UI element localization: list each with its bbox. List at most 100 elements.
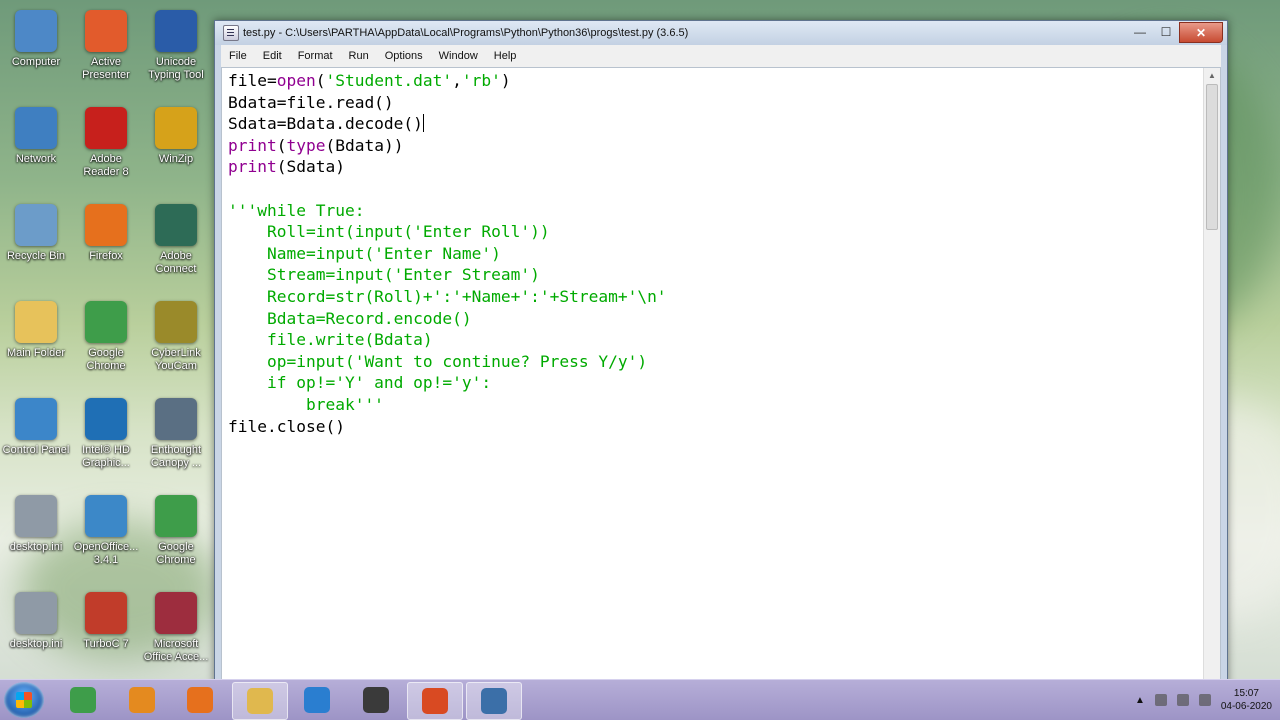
desktop-icon-grid: Computer Active Presenter Unicode Typing T…	[0, 0, 215, 680]
code-token: (Sdata)	[276, 157, 345, 177]
desktop-icon[interactable]: TurboC 7	[72, 592, 140, 651]
code-line: '''while True:	[228, 200, 667, 222]
window-controls: — ☐ ✕	[1127, 22, 1223, 43]
code-token: ,	[452, 71, 462, 90]
code-line: Sdata=Bdata.decode()	[228, 113, 667, 135]
desktop-icon[interactable]: desktop.ini	[2, 495, 70, 554]
desktop-icon[interactable]: Adobe Connect	[142, 204, 210, 276]
clock-time: 15:07	[1233, 688, 1259, 699]
desktop-icon-label: Firefox	[89, 250, 123, 262]
desktop-icon[interactable]: Network	[2, 107, 70, 166]
desktop-icon[interactable]: Recycle Bin	[2, 204, 70, 263]
desktop-icon-label: Adobe Reader 8	[83, 153, 129, 178]
desktop-icon-label: Adobe Connect	[155, 250, 197, 275]
clock[interactable]: 15:07 04-06-2020	[1221, 687, 1272, 713]
desktop-icon[interactable]: Main Folder	[2, 301, 70, 360]
start-button[interactable]	[4, 682, 44, 718]
desktop-icon[interactable]: CyberLink YouCam	[142, 301, 210, 373]
taskbar: ▲ 15:07 04-06-2020	[0, 679, 1280, 720]
idle-editor-window[interactable]: test.py - C:\Users\PARTHA\AppData\Local\…	[214, 20, 1228, 686]
minimize-button[interactable]: —	[1127, 22, 1153, 41]
desktop-icon[interactable]: Google Chrome	[72, 301, 140, 373]
python-taskbar-button[interactable]	[465, 682, 522, 720]
desktop-icon-label: CyberLink YouCam	[151, 347, 201, 372]
ini-file-icon	[15, 592, 57, 634]
code-token: op=input('Want to continue? Press Y/y')	[228, 351, 648, 371]
desktop-icon[interactable]: Active Presenter	[72, 10, 140, 82]
text-caret	[422, 114, 424, 133]
code-line: Name=input('Enter Name')	[228, 243, 667, 265]
code-text[interactable]: file=open('Student.dat','rb') Bdata=file.…	[228, 70, 667, 437]
code-line: op=input('Want to continue? Press Y/y')	[228, 351, 667, 373]
desktop-icon[interactable]: Firefox	[72, 204, 140, 263]
menu-format[interactable]: Format	[290, 50, 341, 62]
code-line: Bdata=Record.encode()	[228, 308, 667, 330]
explorer-taskbar-button[interactable]	[231, 682, 288, 720]
window-titlebar[interactable]: test.py - C:\Users\PARTHA\AppData\Local\…	[215, 21, 1227, 45]
code-token: file=	[228, 71, 277, 90]
firefox-taskbar-button[interactable]	[173, 682, 227, 718]
code-line: file.close()	[228, 416, 667, 438]
menu-help[interactable]: Help	[486, 50, 525, 62]
active-presenter-icon	[422, 688, 448, 714]
media-player-icon	[128, 687, 155, 713]
code-token: Record=str(Roll)+':'+Name+':'+Stream+'\n…	[228, 286, 667, 306]
code-token: file.write(Bdata)	[228, 330, 433, 350]
scrollbar-thumb[interactable]	[1206, 84, 1218, 230]
scroll-up-arrow-icon[interactable]: ▲	[1204, 68, 1220, 84]
battery-icon[interactable]	[1176, 694, 1189, 706]
desktop-icon[interactable]: Microsoft Office Acce...	[142, 592, 210, 664]
python-file-icon	[223, 25, 239, 41]
maximize-button[interactable]: ☐	[1153, 22, 1179, 41]
media-classic-taskbar-button[interactable]	[349, 682, 403, 718]
python-icon	[480, 688, 507, 714]
desktop-icon[interactable]: Enthought Canopy ...	[142, 398, 210, 470]
code-token: Sdata=Bdata.decode()	[228, 114, 423, 134]
desktop-icon[interactable]: Intel® HD Graphic...	[72, 398, 140, 470]
desktop-icon[interactable]: WinZip	[142, 107, 210, 166]
tray-expand-icon[interactable]: ▲	[1135, 695, 1145, 706]
menu-run[interactable]: Run	[341, 50, 377, 62]
code-token: Stream=input('Enter Stream')	[228, 265, 540, 285]
ms-access-icon	[155, 592, 197, 634]
intel-graphics-icon	[85, 398, 127, 440]
media-player-taskbar-button[interactable]	[115, 682, 169, 718]
adobe-reader-icon	[85, 107, 127, 149]
code-line: file.write(Bdata)	[228, 329, 667, 351]
ie-taskbar-button[interactable]	[290, 682, 344, 718]
volume-icon[interactable]	[1154, 694, 1167, 706]
desktop-icon[interactable]: desktop.ini	[2, 592, 70, 651]
menu-window[interactable]: Window	[431, 50, 486, 62]
desktop-icon[interactable]: OpenOffice... 3.4.1	[72, 495, 140, 567]
internet-explorer-icon	[304, 687, 330, 713]
desktop-icon-label: Active Presenter	[82, 56, 130, 81]
menu-file[interactable]: File	[221, 50, 255, 62]
canopy-icon	[155, 398, 197, 440]
desktop-icon[interactable]: Unicode Typing Tool	[142, 10, 210, 82]
code-token: (Bdata))	[325, 135, 404, 155]
menu-edit[interactable]: Edit	[255, 50, 290, 62]
desktop-icon-label: Enthought Canopy ...	[150, 444, 202, 469]
chrome-icon	[70, 687, 96, 713]
desktop-icon-label: Control Panel	[2, 444, 70, 456]
chrome-taskbar-button[interactable]	[56, 682, 110, 718]
code-token: file.close()	[228, 416, 345, 436]
network-status-icon[interactable]	[1198, 694, 1211, 706]
chrome-icon	[85, 301, 127, 343]
code-line: if op!='Y' and op!='y':	[228, 372, 667, 394]
desktop-icon[interactable]: Computer	[2, 10, 70, 69]
code-line: break'''	[228, 394, 667, 416]
desktop-icon[interactable]: Control Panel	[2, 398, 70, 457]
presenter-taskbar-button[interactable]	[407, 682, 463, 720]
menu-options[interactable]: Options	[377, 50, 431, 62]
folder-icon	[246, 688, 273, 714]
code-editor[interactable]: file=open('Student.dat','rb') Bdata=file.…	[221, 67, 1221, 681]
close-button[interactable]: ✕	[1179, 22, 1223, 43]
clock-date: 04-06-2020	[1220, 701, 1272, 712]
code-token: )	[500, 71, 511, 90]
desktop-icon[interactable]: Google Chrome	[142, 495, 210, 567]
control-panel-icon	[15, 398, 57, 440]
desktop-icon[interactable]: Adobe Reader 8	[72, 107, 140, 179]
vertical-scrollbar[interactable]: ▲	[1203, 68, 1220, 680]
desktop-icon-label: Google Chrome	[156, 541, 196, 566]
